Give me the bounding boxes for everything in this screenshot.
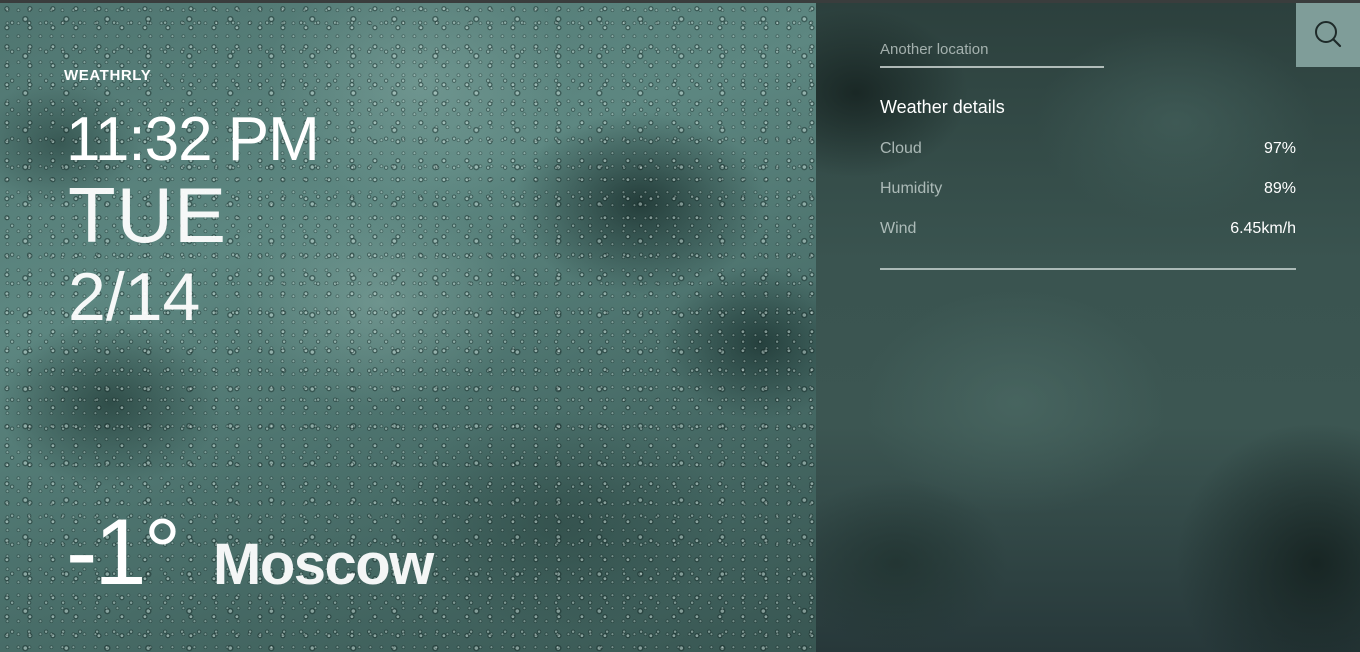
current-city: Moscow: [213, 532, 434, 597]
detail-value: 89%: [1263, 180, 1296, 197]
brand-logo[interactable]: WEATHRLY: [64, 67, 151, 84]
detail-label: Humidity: [880, 180, 943, 197]
detail-label: Cloud: [880, 140, 922, 157]
location-search-input[interactable]: [880, 32, 1104, 68]
detail-value: 97%: [1263, 140, 1296, 157]
details-divider: [880, 268, 1296, 270]
current-day: TUE: [68, 171, 227, 259]
current-date: 2/14: [68, 259, 201, 335]
weather-details-title: Weather details: [880, 97, 1005, 117]
detail-value: 6.45km/h: [1230, 220, 1296, 237]
search-button[interactable]: [1296, 3, 1360, 67]
current-temperature: -1°: [66, 499, 181, 604]
detail-label: Wind: [880, 220, 917, 237]
search-icon: [1313, 19, 1343, 52]
window-top-border: [0, 0, 1360, 3]
detail-row-cloud: Cloud 97%: [880, 140, 1296, 162]
current-time: 11:32 PM: [66, 105, 320, 174]
detail-row-humidity: Humidity 89%: [880, 180, 1296, 202]
detail-row-wind: Wind 6.45km/h: [880, 220, 1296, 242]
